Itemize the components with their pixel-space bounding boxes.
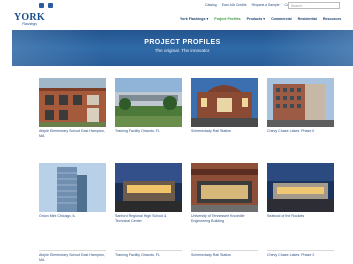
project-caption[interactable]: Abiple Elementary School East Hampton, M… (39, 253, 106, 262)
project-caption[interactable]: Sanford Regional High School & Technical… (115, 214, 182, 223)
engineering-building-image (191, 163, 258, 212)
training-facility-image (115, 78, 182, 127)
utility-link-request-sample[interactable]: Request a Sample (252, 3, 280, 7)
project-caption[interactable]: Abiple Elementary School East Hampton, M… (39, 129, 106, 138)
project-card[interactable]: Chevy Chase Lakes: Phase II (267, 78, 334, 134)
utility-link-aia-credits[interactable]: Earn AIA Credits (222, 3, 247, 7)
project-card[interactable]: Training Facility Orlando, FL (115, 251, 182, 258)
project-photo[interactable] (191, 163, 258, 212)
nav-item-products[interactable]: Products ▾ (247, 17, 265, 21)
main-nav: YORK Flashings York Flashings ▾ Project … (0, 12, 353, 29)
nav-item-york-flashings[interactable]: York Flashings ▾ (180, 17, 208, 21)
utility-links: Catalog Earn AIA Credits Request a Sampl… (205, 3, 301, 7)
project-card[interactable]: Schenectady Rail Station (191, 251, 258, 258)
project-caption[interactable]: Onion Mint Chicago, IL (39, 214, 106, 219)
logo-subtitle: Flashings (22, 22, 37, 26)
nav-item-commercial[interactable]: Commercial (271, 17, 292, 21)
project-caption[interactable]: Chevy Chase Lakes: Phase II (267, 129, 334, 134)
utility-bar: Catalog Earn AIA Credits Request a Sampl… (0, 0, 353, 12)
high-school-night-image (115, 163, 182, 212)
logo[interactable]: YORK Flashings (14, 12, 50, 28)
project-caption[interactable]: Chevy Chase Lakes: Phase 2 (267, 253, 334, 258)
facebook-icon[interactable] (39, 3, 44, 8)
nav-item-resources[interactable]: Resources (323, 17, 341, 21)
brick-school-building-image (39, 78, 106, 127)
nav-menu: York Flashings ▾ Project Profiles Produc… (180, 17, 341, 21)
project-card[interactable]: Schenectady Rail Station (191, 78, 258, 134)
rail-station-image (191, 78, 258, 127)
project-photo[interactable] (39, 163, 106, 212)
project-photo[interactable] (267, 78, 334, 127)
project-caption[interactable]: Training Facility Orlando, FL (115, 129, 182, 134)
project-card[interactable]: Seafood of the Rockies (267, 163, 334, 219)
search-input[interactable]: Search... (288, 2, 340, 9)
nav-item-residential[interactable]: Residential (298, 17, 317, 21)
project-card[interactable]: Training Facility Orlando, FL (115, 78, 182, 134)
project-card[interactable]: Sanford Regional High School & Technical… (115, 163, 182, 223)
linkedin-icon[interactable] (48, 3, 53, 8)
project-photo[interactable] (267, 163, 334, 212)
project-card[interactable]: Abiple Elementary School East Hampton, M… (39, 251, 106, 262)
project-caption[interactable]: University of Tennessee Knoxville Engine… (191, 214, 258, 223)
project-caption[interactable]: Seafood of the Rockies (267, 214, 334, 219)
apartment-building-image (267, 78, 334, 127)
page: Catalog Earn AIA Credits Request a Sampl… (0, 0, 353, 264)
project-card[interactable]: Abiple Elementary School East Hampton, M… (39, 78, 106, 138)
project-caption[interactable]: Schenectady Rail Station (191, 253, 258, 258)
project-caption[interactable]: Schenectady Rail Station (191, 129, 258, 134)
page-subtitle: The original. The innovator. (154, 48, 211, 53)
seafood-building-image (267, 163, 334, 212)
project-card[interactable]: Chevy Chase Lakes: Phase 2 (267, 251, 334, 258)
utility-link-catalog[interactable]: Catalog (205, 3, 217, 7)
nav-item-project-profiles[interactable]: Project Profiles (214, 17, 240, 21)
social-links (39, 3, 53, 8)
hero-banner: PROJECT PROFILES The original. The innov… (12, 30, 353, 66)
project-photo[interactable] (115, 78, 182, 127)
project-card[interactable]: Onion Mint Chicago, IL (39, 163, 106, 219)
page-title: PROJECT PROFILES (144, 39, 221, 46)
project-photo[interactable] (191, 78, 258, 127)
project-card[interactable]: University of Tennessee Knoxville Engine… (191, 163, 258, 223)
project-photo[interactable] (39, 78, 106, 127)
project-photo[interactable] (115, 163, 182, 212)
highrise-tower-image (39, 163, 106, 212)
project-caption[interactable]: Training Facility Orlando, FL (115, 253, 182, 258)
